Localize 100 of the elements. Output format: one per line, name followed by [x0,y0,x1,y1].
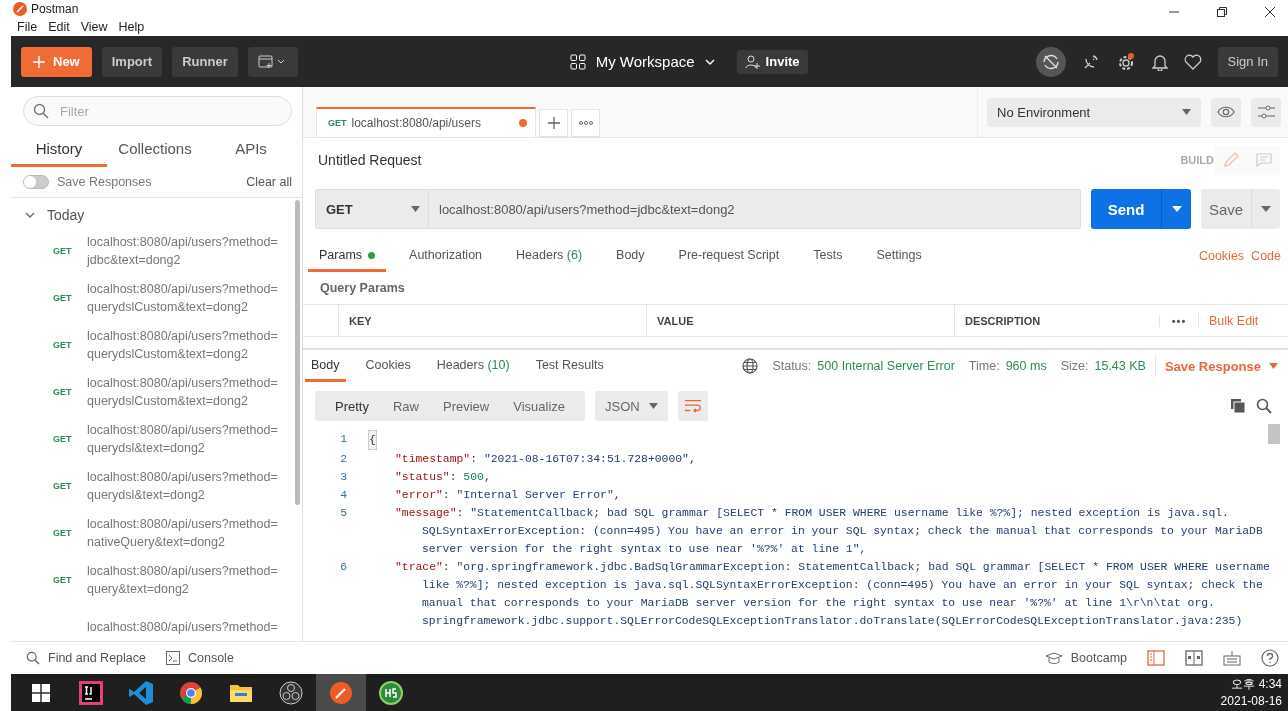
caret-icon [411,206,420,212]
history-url[interactable]: query&text=dong2 [87,579,278,598]
search-icon[interactable] [1256,398,1272,414]
eye-button[interactable] [1211,97,1241,127]
view-mode-tab[interactable]: Visualize [503,398,576,414]
view-mode-tab[interactable]: Raw [382,398,429,414]
sidebar-tab[interactable]: Collections [107,136,203,167]
menu-item[interactable]: View [80,19,108,34]
history-url[interactable]: jdbc&text=dong2 [87,250,278,269]
menu-item[interactable]: Edit [48,19,70,34]
method-label: GET [53,480,72,491]
clock-date[interactable]: 2021-08-16 [1220,692,1282,710]
toggle-label: Save Responses [57,175,152,189]
column-header: VALUE [646,305,954,336]
globe-icon[interactable] [742,358,759,374]
code-line: SQLSyntaxErrorException: (conn=495) You have an error in your SQL syntax; check the manual that corresponds to your MariaDB [421,524,1263,539]
url-field[interactable]: localhost:8080/api/users?method=jdbc&text=dong2 [429,189,1081,229]
group-label[interactable]: Today [47,207,85,223]
history-url[interactable]: localhost:8080/api/users?method= [87,326,278,345]
code-line: server version for the right syntax to use near '%?%' at line 1", [421,542,868,557]
method-select[interactable]: GET [315,189,429,229]
code-line: "error": "Internal Server Error", [394,488,621,503]
import-button[interactable]: Import [101,46,163,77]
sliders-button[interactable] [1251,97,1281,127]
request-title[interactable]: Untitled Request [318,152,422,168]
history-url[interactable]: querydsl&text=dong2 [87,485,278,504]
restore-icon[interactable] [1216,5,1228,18]
caret-icon [1171,206,1182,212]
workspace-button[interactable]: My Workspace [563,52,721,71]
save-button[interactable]: Save [1201,189,1251,229]
method-label: GET [53,292,72,303]
history-url[interactable]: localhost:8080/api/users?method= [87,420,278,439]
request-section-tab[interactable]: Params [308,240,387,272]
more-button[interactable] [571,109,600,137]
history-url[interactable]: localhost:8080/api/users?method= [87,373,278,392]
view-mode-tab[interactable]: Preview [433,398,500,414]
view-mode-tab[interactable]: Pretty [325,398,379,414]
line-number: 3 [339,470,347,485]
close-icon[interactable] [1264,5,1276,18]
history-url[interactable]: querydslCustom&text=dong2 [87,297,278,316]
two-pane-icon[interactable] [1185,650,1203,666]
heart-icon[interactable] [1183,53,1202,70]
send-button[interactable]: Send [1091,189,1161,229]
save-options-button[interactable] [1251,189,1280,229]
history-url[interactable]: querydslCustom&text=dong2 [87,344,278,363]
request-section-tab[interactable]: Body [605,240,656,272]
request-section-tab[interactable]: Settings [865,240,933,272]
chevron-icon[interactable] [25,210,35,220]
history-url[interactable]: querydslCustom&text=dong2 [87,391,278,410]
request-section-tab[interactable]: Headers (6) [505,240,594,272]
response-tab[interactable]: Headers (10) [430,350,516,382]
history-url[interactable]: nativeQuery&text=dong2 [87,532,278,551]
new-window-button[interactable] [247,46,298,77]
request-section-tab[interactable]: Pre-request Script [667,240,791,272]
invite-button[interactable]: Invite [736,49,808,74]
history-url[interactable]: localhost:8080/api/users?method= [87,467,278,486]
code-line: "status": 500, [394,470,491,485]
request-section-tab[interactable]: Tests [802,240,854,272]
environment-select[interactable]: No Environment [987,97,1201,127]
toggle-switch[interactable] [23,175,49,189]
history-url[interactable]: localhost:8080/api/users?method= [87,617,278,636]
send-options-button[interactable] [1161,189,1191,229]
response-tab[interactable]: Body [305,350,346,382]
filter-field[interactable]: Filter [23,96,292,126]
menu-item[interactable]: File [17,19,38,34]
menu-item[interactable]: Help [118,19,145,34]
add-tab-button[interactable] [539,109,568,137]
copy-icon[interactable] [1230,398,1246,414]
clear-all-link[interactable]: Clear all [246,175,292,189]
request-section-tab[interactable]: Authorization [398,240,494,272]
clock-time[interactable]: 오후 4:34 [1231,675,1282,693]
scrollbar[interactable] [1268,424,1280,444]
history-url[interactable]: localhost:8080/api/users?method= [87,514,278,533]
size-label: Size: [1060,359,1089,373]
history-url[interactable]: localhost:8080/api/users?method= [87,232,278,251]
bootcamp-button[interactable]: Bootcamp [1044,651,1127,665]
history-url[interactable]: querydsl&text=dong2 [87,438,278,457]
history-url[interactable]: localhost:8080/api/users?method= [87,561,278,580]
request-tab[interactable]: GET localhost:8080/api/users [316,107,536,137]
sliders-icon [1257,104,1275,120]
status-value: 500 Internal Server Error [817,359,955,373]
sync-off-icon[interactable] [1035,46,1066,77]
sidebar-tab[interactable]: APIs [203,136,299,167]
time-label: Time: [968,359,1000,373]
history-url[interactable]: localhost:8080/api/users?method= [87,279,278,298]
sidebar-tab[interactable]: History [11,136,107,167]
help-icon[interactable] [1261,649,1279,667]
wrap-button[interactable] [678,391,709,421]
response-tab[interactable]: Cookies [359,350,417,382]
sidebar-layout-icon[interactable] [1147,650,1165,666]
find-replace-button[interactable]: Find and Replace [26,651,146,665]
scrollbar[interactable] [295,200,300,505]
response-tab[interactable]: Test Results [529,350,610,382]
runner-button[interactable]: Runner [172,46,238,77]
format-select[interactable]: JSON [595,391,669,421]
sign-in-button[interactable]: Sign In [1217,46,1278,77]
console-button[interactable]: Console [166,651,234,665]
line-number: 6 [339,560,347,575]
terminal-icon [166,651,180,665]
bell-icon[interactable] [1151,52,1168,71]
